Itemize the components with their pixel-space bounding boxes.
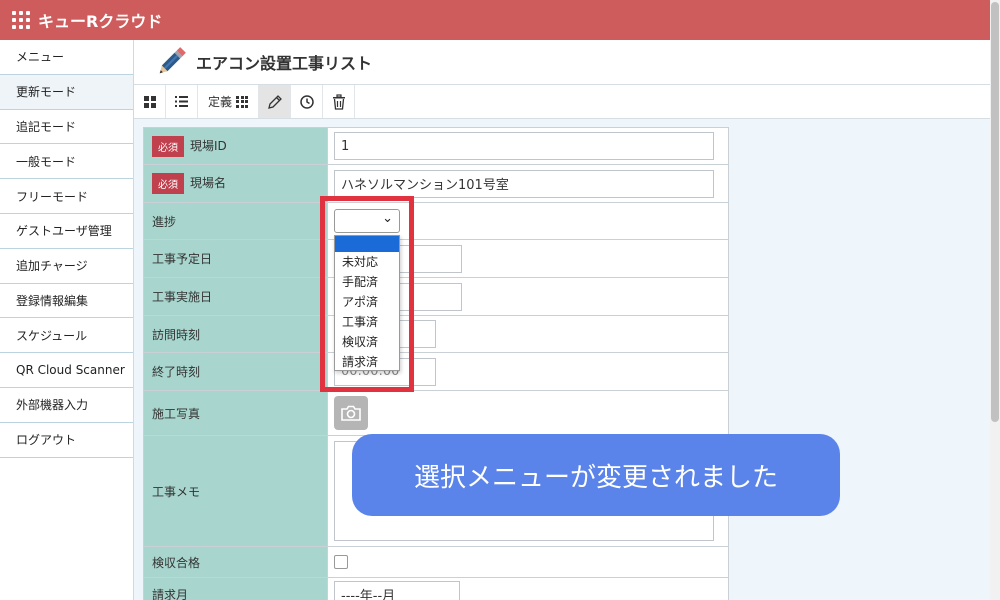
field-label: 工事実施日 xyxy=(143,277,328,316)
scrollbar-thumb[interactable] xyxy=(991,2,999,422)
field-value-cell xyxy=(327,390,729,436)
field-value-cell: ----年--月 xyxy=(327,577,729,600)
field-label: 進捗 xyxy=(143,202,328,240)
field-label: 検収合格 xyxy=(143,546,328,578)
delete-button[interactable] xyxy=(323,85,356,118)
field-label: 現場名 xyxy=(190,176,227,190)
notification-toast: 選択メニューが変更されました xyxy=(352,434,840,516)
history-icon xyxy=(299,94,314,109)
toolbar: 定義 xyxy=(134,85,990,119)
site-name-input[interactable]: ハネソルマンション101号室 xyxy=(334,169,714,198)
field-label: 工事予定日 xyxy=(143,239,328,278)
camera-icon xyxy=(341,405,361,421)
field-label: 訪問時刻 xyxy=(143,315,328,353)
sidebar-item-external-input[interactable]: 外部機器入力 xyxy=(0,388,133,423)
sidebar-item-menu[interactable]: メニュー xyxy=(0,40,133,75)
apps-grid-icon[interactable] xyxy=(12,11,30,29)
form-row: 検収合格 xyxy=(143,546,729,578)
field-value-cell xyxy=(327,546,729,578)
sidebar-item-schedule[interactable]: スケジュール xyxy=(0,318,133,354)
form-row: 必須 現場名 ハネソルマンション101号室 xyxy=(143,164,729,203)
list-icon xyxy=(175,96,188,107)
page-header: エアコン設置工事リスト xyxy=(134,40,990,85)
page-title: エアコン設置工事リスト xyxy=(196,54,373,73)
sidebar-item-append-mode[interactable]: 追記モード xyxy=(0,110,133,145)
field-value-cell: 1 xyxy=(327,127,729,165)
list-view-button[interactable] xyxy=(166,85,198,118)
app-header: キューRクラウド xyxy=(0,0,990,40)
field-label: 請求月 xyxy=(143,577,328,600)
sidebar-item-update-mode[interactable]: 更新モード xyxy=(0,74,133,110)
history-button[interactable] xyxy=(291,85,324,118)
form-row: 工事予定日 xyxy=(143,239,729,278)
edit-pencil-icon xyxy=(267,94,282,109)
grid-view-button[interactable] xyxy=(134,85,166,118)
form-row: 請求月 ----年--月 xyxy=(143,577,729,600)
pencil-icon xyxy=(159,47,186,74)
app-title[interactable]: キューRクラウド xyxy=(38,8,162,32)
sidebar-item-general-mode[interactable]: 一般モード xyxy=(0,144,133,180)
sidebar-item-additional-charge[interactable]: 追加チャージ xyxy=(0,249,133,284)
required-badge: 必須 xyxy=(152,173,184,194)
field-label-cell: 必須 現場ID xyxy=(143,127,328,165)
field-label: 施工写真 xyxy=(143,390,328,436)
field-label: 終了時刻 xyxy=(143,352,328,391)
sidebar: メニュー 更新モード 追記モード 一般モード フリーモード ゲストユーザ管理 追… xyxy=(0,40,134,600)
billing-month-input[interactable]: ----年--月 xyxy=(334,580,460,600)
sidebar-item-guest-users[interactable]: ゲストユーザ管理 xyxy=(0,214,133,249)
trash-icon xyxy=(332,93,345,110)
scrollbar[interactable] xyxy=(990,0,1000,600)
definition-label: 定義 xyxy=(208,95,233,109)
edit-button[interactable] xyxy=(259,85,292,118)
highlight-frame xyxy=(320,196,414,392)
form-row: 終了時刻 00:00:00 xyxy=(143,352,729,391)
definition-button[interactable]: 定義 xyxy=(198,85,260,118)
sidebar-item-logout[interactable]: ログアウト xyxy=(0,423,133,458)
definition-grid-icon xyxy=(236,95,249,108)
form-row: 進捗 xyxy=(143,202,729,240)
content-area: 必須現場ID 1 必須現場名 ハネソルマンション101号室 進捗 工事予定日 工… xyxy=(134,119,990,600)
required-badge: 必須 xyxy=(152,135,184,157)
field-label-cell: 必須 現場名 xyxy=(143,164,328,203)
site-id-input[interactable]: 1 xyxy=(334,132,714,160)
sidebar-item-free-mode[interactable]: フリーモード xyxy=(0,179,133,214)
field-label: 工事メモ xyxy=(143,435,328,547)
form-row: 施工写真 xyxy=(143,390,729,436)
record-form: 必須現場ID 1 必須現場名 ハネソルマンション101号室 進捗 工事予定日 工… xyxy=(143,127,729,600)
inspection-checkbox[interactable] xyxy=(334,555,348,569)
camera-button[interactable] xyxy=(334,396,368,430)
grid-view-icon xyxy=(143,95,156,108)
form-row: 必須 現場ID 1 xyxy=(143,127,729,165)
form-row: 訪問時刻 xyxy=(143,315,729,353)
sidebar-item-registration-edit[interactable]: 登録情報編集 xyxy=(0,284,133,319)
form-row: 工事実施日 xyxy=(143,277,729,316)
field-label: 現場ID xyxy=(190,138,227,153)
sidebar-item-qr-scanner[interactable]: QR Cloud Scanner xyxy=(0,353,133,388)
